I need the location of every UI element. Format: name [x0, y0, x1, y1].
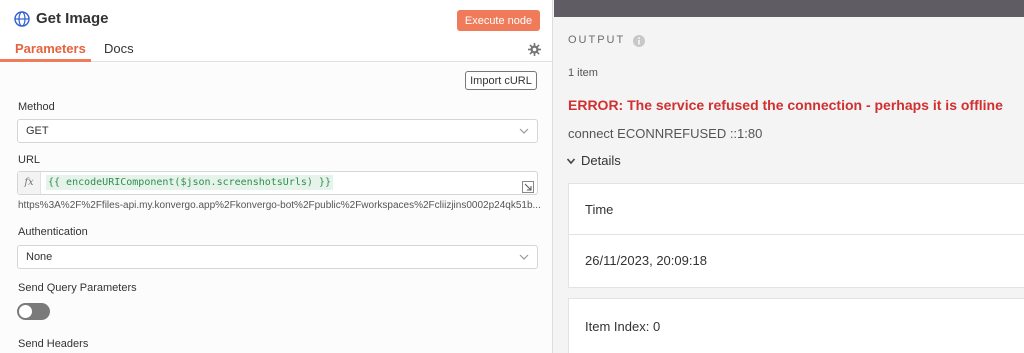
url-resolved-preview: https%3A%2F%2Ffiles-api.my.konvergo.app%… — [18, 200, 541, 211]
url-expression: {{ encodeURIComponent($json.screenshotsU… — [46, 175, 333, 190]
method-select[interactable]: GET — [17, 119, 538, 143]
gear-icon[interactable] — [528, 43, 541, 56]
time-label-card: Time — [568, 183, 1024, 235]
output-top-bar — [554, 0, 1024, 17]
active-tab-indicator — [0, 59, 91, 62]
send-query-label: Send Query Parameters — [18, 282, 137, 294]
send-headers-label: Send Headers — [18, 338, 89, 350]
node-panel: Get Image Execute node Parameters Docs I… — [0, 0, 553, 353]
output-title: OUTPUT — [568, 34, 626, 46]
globe-icon — [14, 11, 30, 27]
time-value-card: 26/11/2023, 20:09:18 — [568, 234, 1024, 288]
method-label: Method — [18, 101, 55, 113]
time-label: Time — [585, 202, 614, 217]
expand-icon[interactable] — [522, 181, 534, 193]
node-header: Get Image Execute node Parameters Docs — [0, 0, 552, 62]
info-icon[interactable] — [633, 35, 645, 47]
error-title: ERROR: The service refused the connectio… — [568, 97, 1003, 113]
execute-node-button[interactable]: Execute node — [457, 10, 540, 31]
chevron-down-icon[interactable] — [566, 156, 576, 166]
method-value: GET — [26, 125, 49, 137]
expression-fx-badge: fx — [18, 172, 41, 194]
authentication-select[interactable]: None — [17, 245, 538, 269]
item-index: Item Index: 0 — [585, 319, 660, 334]
error-message: connect ECONNREFUSED ::1:80 — [568, 126, 763, 141]
url-input[interactable]: fx {{ encodeURIComponent($json.screensho… — [17, 171, 538, 195]
item-index-value: 0 — [652, 319, 661, 334]
details-toggle[interactable]: Details — [581, 153, 621, 168]
url-label: URL — [18, 154, 41, 166]
node-title: Get Image — [36, 10, 109, 27]
authentication-value: None — [26, 251, 53, 263]
tab-parameters[interactable]: Parameters — [15, 41, 86, 56]
output-item-count: 1 item — [568, 67, 598, 79]
time-value: 26/11/2023, 20:09:18 — [585, 253, 707, 268]
authentication-label: Authentication — [18, 226, 88, 238]
parameters-form: Import cURL Method GET URL fx {{ encodeU… — [0, 63, 552, 353]
toggle-knob — [19, 305, 32, 318]
item-index-label: Item Index: — [585, 319, 650, 334]
chevron-down-icon — [519, 128, 529, 134]
tab-docs[interactable]: Docs — [104, 41, 134, 56]
send-query-toggle[interactable] — [17, 303, 50, 320]
item-index-card: Item Index: 0 — [568, 298, 1024, 353]
import-curl-button[interactable]: Import cURL — [465, 71, 537, 90]
chevron-down-icon — [519, 254, 529, 260]
